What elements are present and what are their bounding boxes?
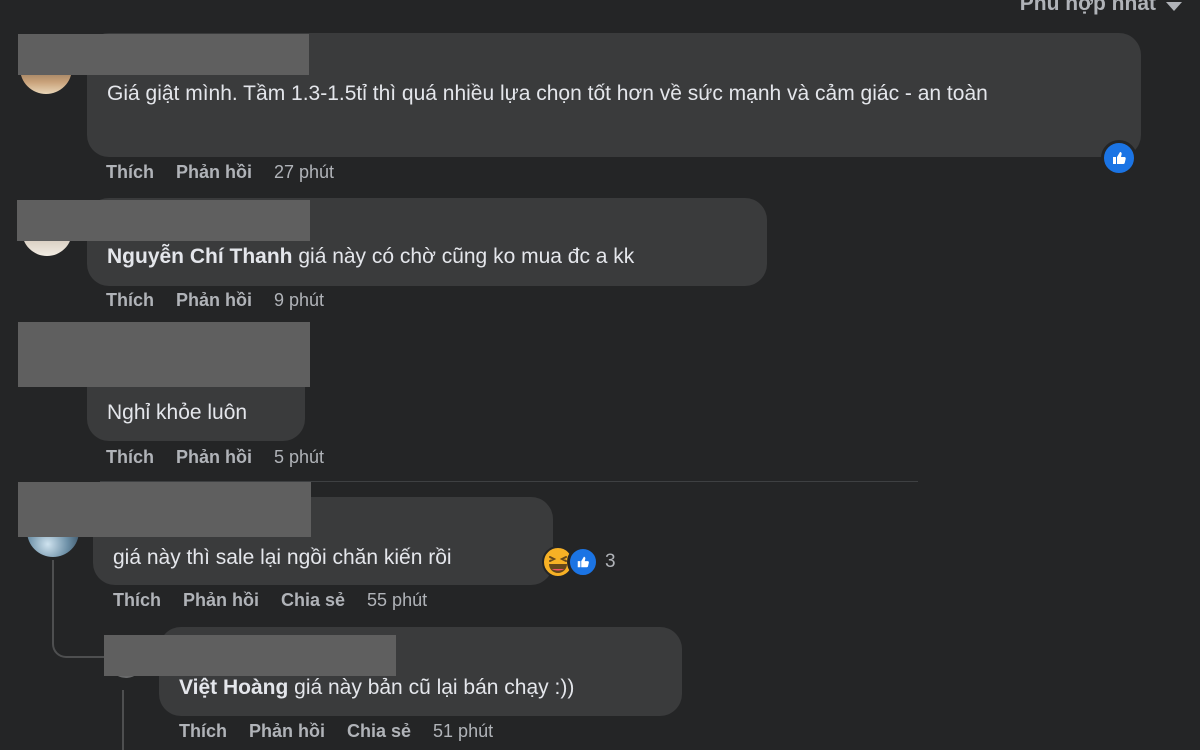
like-button[interactable]: Thích — [106, 290, 154, 311]
timestamp[interactable]: 55 phút — [367, 590, 427, 611]
comment-author[interactable]: Việt Hoàng — [179, 676, 288, 699]
comment-text: Nghỉ khỏe luôn — [107, 401, 248, 424]
like-reaction-icon[interactable] — [1101, 140, 1137, 176]
comment-text: giá này thì sale lại ngồi chăn kiến rồi — [113, 546, 452, 569]
reply-button[interactable]: Phản hồi — [249, 721, 325, 742]
comment-text: giá này bản cũ lại bán chạy :)) — [294, 676, 575, 699]
timestamp[interactable]: 51 phút — [433, 721, 493, 742]
redacted-name — [17, 200, 310, 241]
reply-button[interactable]: Phản hồi — [176, 447, 252, 468]
comment-actions: Thích Phản hồi Chia sẻ 55 phút — [113, 590, 427, 611]
timestamp[interactable]: 5 phút — [274, 447, 324, 468]
timestamp[interactable]: 9 phút — [274, 290, 324, 311]
redacted-name — [18, 482, 311, 537]
reply-button[interactable]: Phản hồi — [183, 590, 259, 611]
share-button[interactable]: Chia sẻ — [347, 721, 411, 742]
reply-button[interactable]: Phản hồi — [176, 162, 252, 183]
comment-author[interactable]: Nguyễn Chí Thanh — [107, 245, 293, 268]
thread-line — [122, 690, 124, 750]
thread-connector — [52, 620, 104, 658]
comment-actions: Thích Phản hồi Chia sẻ 51 phút — [179, 721, 493, 742]
comment-text: Giá giật mình. Tầm 1.3-1.5tỉ thì quá nhi… — [107, 82, 988, 105]
like-button[interactable]: Thích — [179, 721, 227, 742]
like-button[interactable]: Thích — [113, 590, 161, 611]
comment-text: giá này có chờ cũng ko mua đc a kk — [298, 245, 635, 268]
like-button[interactable]: Thích — [106, 162, 154, 183]
caret-down-icon — [1166, 1, 1182, 11]
sort-label: Phù hợp nhất — [1019, 0, 1156, 15]
comment-actions: Thích Phản hồi 5 phút — [106, 447, 324, 468]
reaction-count: 3 — [605, 551, 616, 572]
sort-dropdown[interactable]: Phù hợp nhất — [1020, 0, 1182, 16]
redacted-name — [104, 635, 396, 676]
like-reaction-icon — [567, 546, 599, 578]
redacted-name — [18, 322, 310, 387]
like-button[interactable]: Thích — [106, 447, 154, 468]
comment-actions: Thích Phản hồi 9 phút — [106, 290, 324, 311]
reaction-summary[interactable]: 3 — [541, 545, 616, 579]
comment-actions: Thích Phản hồi 27 phút — [106, 162, 334, 183]
share-button[interactable]: Chia sẻ — [281, 590, 345, 611]
redacted-name — [18, 34, 309, 75]
timestamp[interactable]: 27 phút — [274, 162, 334, 183]
reply-button[interactable]: Phản hồi — [176, 290, 252, 311]
